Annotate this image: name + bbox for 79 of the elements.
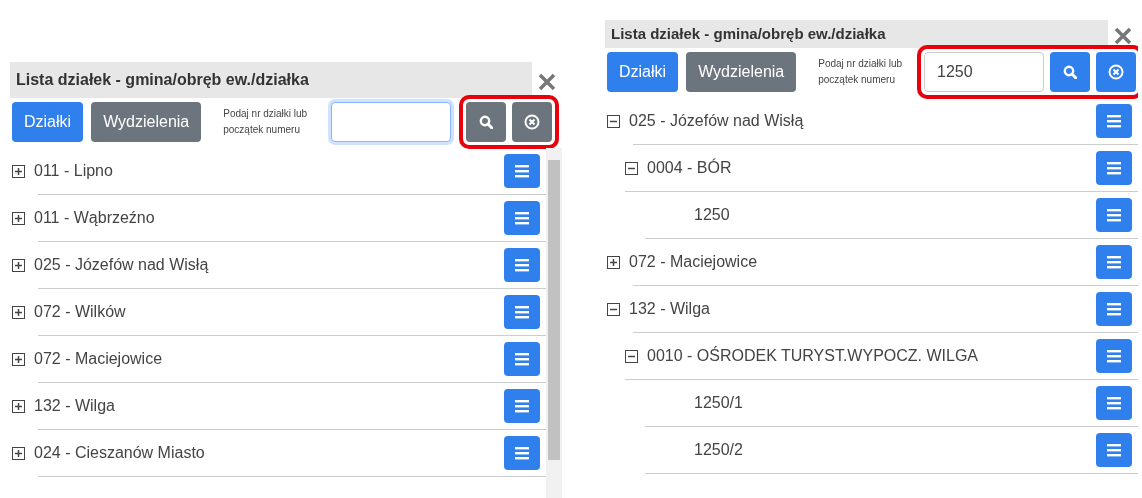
menu-icon: [1107, 396, 1121, 410]
menu-button[interactable]: [504, 342, 540, 376]
menu-icon: [1107, 114, 1121, 128]
tree-item-label[interactable]: 025 - Józefów nad Wisłą: [629, 109, 804, 133]
menu-button[interactable]: [504, 201, 540, 235]
expand-icon[interactable]: [12, 399, 25, 413]
menu-icon: [515, 399, 529, 413]
collapse-icon[interactable]: [625, 349, 638, 363]
tab[interactable]: Wydzielenia: [686, 52, 797, 92]
collapse-icon[interactable]: [625, 161, 638, 175]
search-icon: [479, 115, 494, 129]
expand-icon[interactable]: [12, 305, 25, 319]
tree-item-label[interactable]: 132 - Wilga: [629, 297, 710, 321]
expand-icon[interactable]: [12, 164, 25, 178]
tree-item-label[interactable]: 024 - Cieszanów Miasto: [34, 441, 205, 465]
collapse-icon[interactable]: [607, 302, 620, 316]
close-icon: [538, 73, 556, 92]
window-title: Lista działek - gmina/obręb ew./działka: [605, 20, 1108, 48]
collapse-icon[interactable]: [607, 114, 620, 128]
tab[interactable]: Działki: [12, 102, 84, 142]
menu-icon: [1107, 349, 1121, 363]
tree-item-label[interactable]: 1250/2: [694, 438, 743, 462]
search-field[interactable]: 1250: [924, 52, 1044, 92]
menu-icon: [1107, 255, 1121, 269]
search-field[interactable]: [331, 102, 452, 142]
menu-button[interactable]: [1096, 245, 1132, 279]
tree-item-label[interactable]: 132 - Wilga: [34, 394, 115, 418]
menu-icon: [515, 305, 529, 319]
tree-item-label[interactable]: 011 - Wąbrzeźno: [34, 206, 155, 230]
menu-icon: [515, 352, 529, 366]
tree-item-label[interactable]: 011 - Lipno: [34, 159, 113, 183]
tree-item-label[interactable]: 072 - Wilków: [34, 300, 126, 324]
scrollbar-thumb[interactable]: [548, 160, 560, 460]
expand-icon[interactable]: [12, 258, 25, 272]
menu-button[interactable]: [1096, 386, 1132, 420]
menu-icon: [1107, 302, 1121, 316]
menu-button[interactable]: [504, 436, 540, 470]
tree-item-label[interactable]: 0010 - OŚRODEK TURYST.WYPOCZ. WILGA: [647, 344, 979, 368]
menu-button[interactable]: [504, 154, 540, 188]
menu-icon: [515, 164, 529, 178]
scrollbar[interactable]: [546, 148, 562, 498]
tree-item-label[interactable]: 0004 - BÓR: [647, 156, 732, 180]
tab[interactable]: Działki: [607, 52, 679, 92]
window-title: Lista działek - gmina/obręb ew./działka: [10, 62, 532, 98]
tree-item-label[interactable]: 025 - Józefów nad Wisłą: [34, 253, 209, 277]
clear-icon: [524, 114, 541, 130]
expand-icon[interactable]: [12, 446, 25, 460]
menu-button[interactable]: [1096, 151, 1132, 185]
search-label: Podaj nr działki lub początek numeru: [223, 107, 309, 137]
close-icon: [1114, 27, 1132, 46]
expand-icon[interactable]: [12, 352, 25, 366]
expand-icon[interactable]: [12, 211, 25, 225]
tree-item-label[interactable]: 1250/1: [694, 391, 743, 415]
clear-button[interactable]: [512, 102, 553, 142]
search-button[interactable]: [1050, 52, 1090, 92]
menu-icon: [1107, 443, 1121, 457]
search-button[interactable]: [466, 102, 507, 142]
menu-icon: [1107, 208, 1121, 222]
menu-button[interactable]: [1096, 292, 1132, 326]
menu-icon: [515, 446, 529, 460]
expand-icon[interactable]: [607, 255, 620, 269]
menu-button[interactable]: [1096, 104, 1132, 138]
tab[interactable]: Wydzielenia: [91, 102, 202, 142]
clear-icon: [1108, 64, 1124, 80]
tree-item-label[interactable]: 072 - Maciejowice: [629, 250, 758, 274]
search-icon: [1063, 65, 1077, 79]
search-label: Podaj nr działki lub początek numeru: [818, 57, 904, 87]
menu-icon: [515, 258, 529, 272]
tree-item-label[interactable]: 072 - Maciejowice: [34, 347, 163, 371]
menu-button[interactable]: [504, 248, 540, 282]
menu-button[interactable]: [504, 295, 540, 329]
menu-icon: [515, 211, 529, 225]
menu-button[interactable]: [1096, 339, 1132, 373]
menu-icon: [1107, 161, 1121, 175]
tree-item-label[interactable]: 1250: [694, 203, 730, 227]
menu-button[interactable]: [1096, 433, 1132, 467]
menu-button[interactable]: [504, 389, 540, 423]
menu-button[interactable]: [1096, 198, 1132, 232]
clear-button[interactable]: [1096, 52, 1136, 92]
